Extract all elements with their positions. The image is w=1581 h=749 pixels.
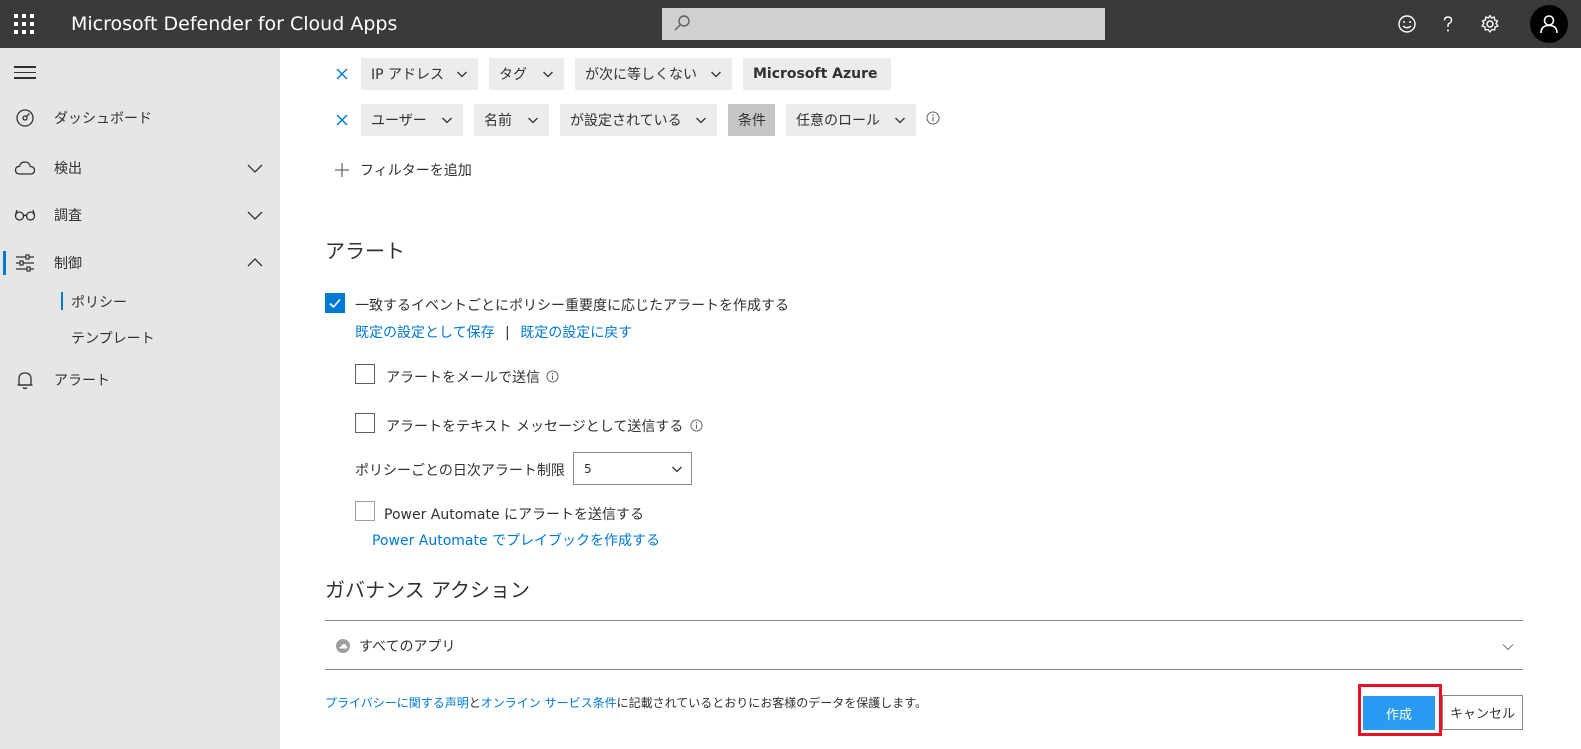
filter-operator-dropdown[interactable]: が次に等しくない — [575, 58, 732, 90]
filter-field-dropdown[interactable]: ユーザー — [361, 104, 463, 136]
chevron-down-icon — [1502, 644, 1514, 651]
cloud-icon — [14, 157, 36, 179]
sidebar-item-control[interactable]: 制御 — [0, 243, 280, 283]
save-default-link[interactable]: 既定の設定として保存 — [355, 325, 495, 341]
app-icon — [336, 639, 350, 653]
avatar-icon[interactable] — [1530, 5, 1568, 43]
info-icon[interactable] — [690, 419, 703, 432]
remove-filter-icon[interactable] — [334, 112, 350, 128]
active-indicator — [61, 292, 63, 310]
chevron-up-icon — [247, 258, 263, 267]
waffle-icon[interactable] — [14, 14, 34, 34]
chevron-down-icon — [442, 117, 452, 124]
info-icon[interactable] — [926, 111, 940, 125]
sms-alert-label: アラートをテキスト メッセージとして送信する — [386, 416, 703, 436]
add-filter-label: フィルターを追加 — [360, 163, 472, 179]
add-filter-button[interactable]: フィルターを追加 — [334, 160, 472, 180]
dashboard-icon — [14, 107, 36, 129]
create-alert-checkbox[interactable] — [325, 293, 345, 313]
privacy-footer: プライバシーに関する声明とオンライン サービス条件に記載されているとおりにお客様… — [325, 696, 928, 710]
create-alert-label: 一致するイベントごとにポリシー重要度に応じたアラートを作成する — [355, 298, 789, 314]
governance-section-title: ガバナンス アクション — [325, 578, 530, 602]
sliders-icon — [14, 252, 36, 274]
plus-icon — [335, 163, 349, 177]
filter-value-dropdown[interactable]: 任意のロール — [786, 104, 916, 136]
all-apps-label: すべてのアプリ — [359, 639, 456, 655]
sidebar-subitem-label: テンプレート — [71, 331, 155, 347]
chevron-down-icon — [457, 71, 467, 78]
feedback-icon[interactable] — [1395, 12, 1419, 36]
chevron-down-icon — [543, 71, 553, 78]
sidebar-item-label: 制御 — [54, 256, 82, 272]
chevron-down-icon — [696, 117, 706, 124]
privacy-statement-link[interactable]: プライバシーに関する声明 — [325, 696, 469, 710]
glasses-icon — [14, 204, 36, 226]
alerts-section-title: アラート — [325, 239, 405, 263]
filter-operator-dropdown[interactable]: が設定されている — [560, 104, 717, 136]
bell-icon — [14, 369, 36, 391]
condition-tag: 条件 — [728, 104, 775, 136]
search-input[interactable] — [662, 8, 1105, 40]
sidebar-item-discover[interactable]: 検出 — [0, 148, 280, 188]
sidebar-item-label: アラート — [54, 373, 110, 389]
link-separator: | — [505, 325, 510, 341]
sidebar-item-dashboard[interactable]: ダッシュボード — [0, 98, 280, 138]
filter-value-dropdown[interactable]: Microsoft Azure — [743, 58, 891, 90]
filter-attribute-dropdown[interactable]: 名前 — [474, 104, 549, 136]
create-button[interactable]: 作成 — [1363, 696, 1435, 730]
online-service-terms-link[interactable]: オンライン サービス条件 — [481, 696, 617, 710]
sidebar-item-label: ダッシュボード — [54, 111, 152, 127]
help-icon[interactable] — [1436, 12, 1460, 36]
sidebar-subitem-templates[interactable]: テンプレート — [0, 321, 280, 353]
chevron-down-icon — [528, 117, 538, 124]
sidebar-item-label: 調査 — [54, 208, 82, 224]
chevron-down-icon — [711, 71, 721, 78]
chevron-down-icon — [895, 117, 905, 124]
sidebar-item-investigate[interactable]: 調査 — [0, 195, 280, 235]
sms-alert-checkbox[interactable] — [355, 413, 375, 433]
chevron-down-icon — [247, 211, 263, 220]
sidebar-subitem-policies[interactable]: ポリシー — [0, 285, 280, 317]
remove-filter-icon[interactable] — [334, 66, 350, 82]
daily-limit-select[interactable]: 5 — [573, 452, 692, 485]
power-automate-playbook-link[interactable]: Power Automate でプレイブックを作成する — [372, 530, 660, 550]
chevron-down-icon — [247, 164, 263, 173]
power-automate-checkbox[interactable] — [355, 501, 375, 521]
search-icon — [674, 15, 690, 31]
info-icon[interactable] — [546, 370, 559, 383]
filter-field-dropdown[interactable]: IP アドレス — [361, 58, 478, 90]
sidebar-item-label: 検出 — [54, 161, 82, 177]
cancel-button[interactable]: キャンセル — [1442, 695, 1523, 730]
filter-attribute-dropdown[interactable]: タグ — [489, 58, 564, 90]
sidebar: ダッシュボード 検出 調査 制御 ポリシー テンプレート アラート — [0, 48, 280, 749]
daily-limit-label: ポリシーごとの日次アラート制限 — [355, 463, 565, 479]
sidebar-item-alerts[interactable]: アラート — [0, 360, 280, 400]
email-alert-checkbox[interactable] — [355, 364, 375, 384]
hamburger-menu-icon[interactable] — [14, 66, 36, 80]
all-apps-expander[interactable]: すべてのアプリ — [325, 620, 1523, 670]
app-title: Microsoft Defender for Cloud Apps — [71, 13, 398, 35]
power-automate-label: Power Automate にアラートを送信する — [384, 507, 645, 523]
top-bar: Microsoft Defender for Cloud Apps — [0, 0, 1581, 48]
checkmark-icon — [329, 298, 341, 309]
chevron-down-icon — [672, 466, 682, 473]
email-alert-label: アラートをメールで送信 — [386, 367, 559, 387]
restore-default-link[interactable]: 既定の設定に戻す — [520, 325, 632, 341]
settings-icon[interactable] — [1478, 12, 1502, 36]
default-settings-links: 既定の設定として保存 | 既定の設定に戻す — [355, 322, 632, 342]
main-content: IP アドレス タグ が次に等しくない Microsoft Azure ユーザー… — [280, 48, 1581, 749]
sidebar-subitem-label: ポリシー — [71, 295, 127, 311]
